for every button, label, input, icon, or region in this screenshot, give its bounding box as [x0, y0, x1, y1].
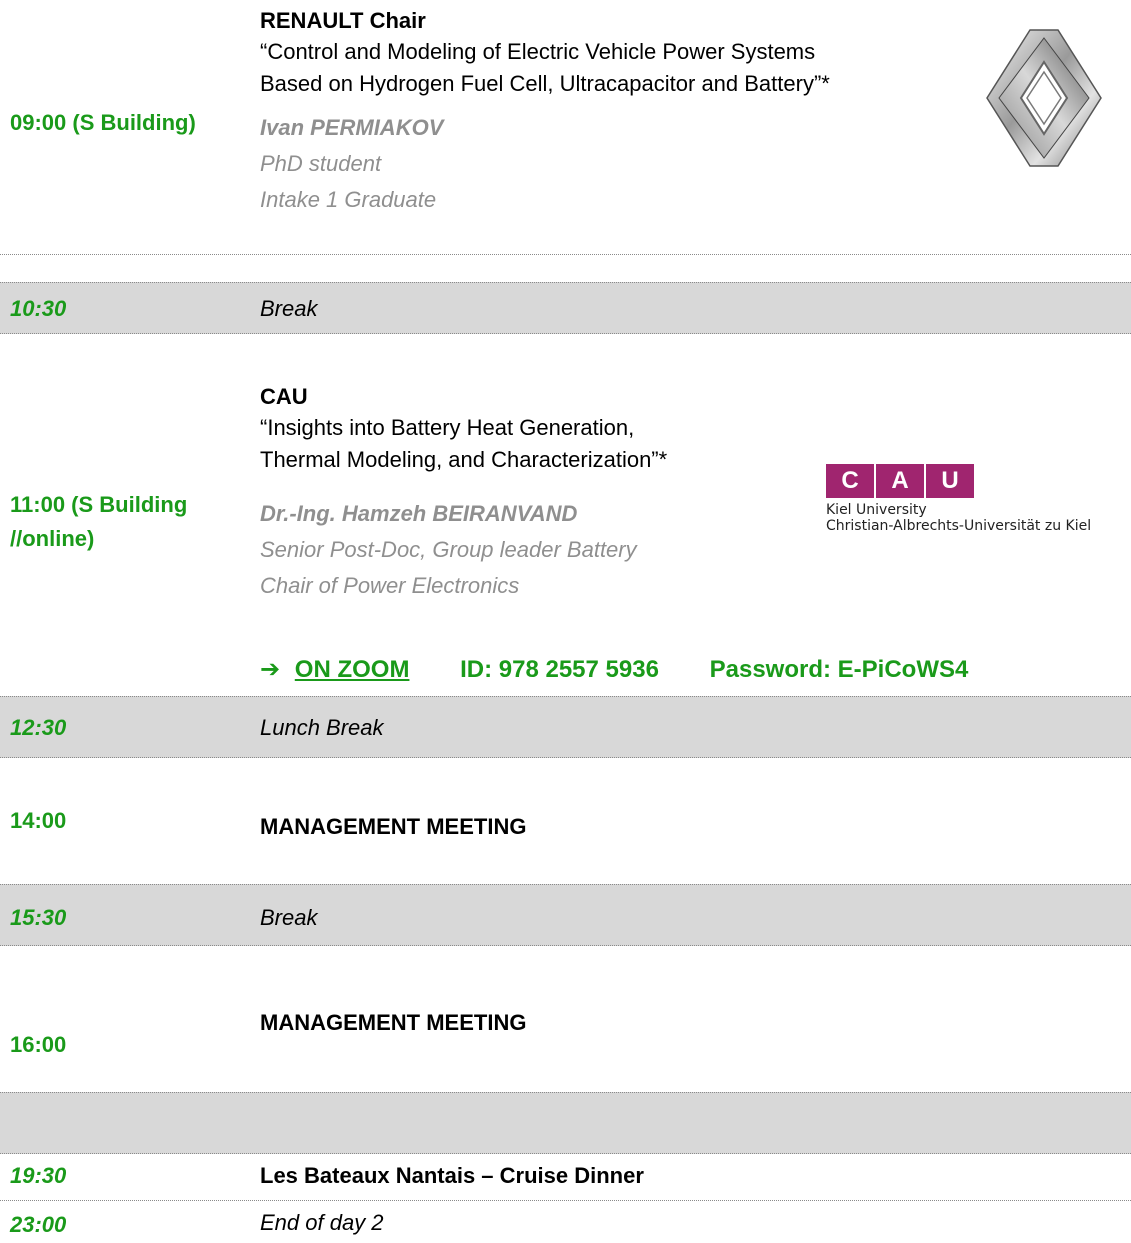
cau-logo-line: Kiel University [826, 502, 927, 518]
break-row: 15:30 Break [0, 884, 1131, 946]
cau-logo-letter: C [826, 464, 874, 498]
break-row: 10:30 Break [0, 282, 1131, 334]
break-label: Break [260, 905, 318, 930]
speaker-name: Dr.-Ing. Hamzeh BEIRANVAND [260, 501, 578, 526]
zoom-meeting-id: ID: 978 2557 5936 [460, 656, 659, 683]
end-label: End of day 2 [260, 1210, 384, 1235]
cau-logo-line: Christian-Albrechts-Universität zu Kiel [826, 518, 1092, 534]
zoom-info: ➔ ON ZOOM ID: 978 2557 5936 Password: E-… [260, 655, 968, 684]
cau-logo-letter: A [874, 464, 924, 498]
cau-logo: C A U Kiel University Christian-Albrecht… [826, 464, 1131, 534]
dinner-time: 19:30 [10, 1163, 67, 1188]
speaker-role: Intake 1 Graduate [260, 187, 437, 212]
meeting-time: 14:00 [10, 808, 67, 833]
end-time: 23:00 [10, 1212, 67, 1237]
meeting-label: MANAGEMENT MEETING [260, 814, 527, 839]
speaker-role: Senior Post-Doc, Group leader Battery [260, 537, 637, 562]
divider [0, 254, 1131, 255]
break-label: Break [260, 296, 318, 321]
talk-title-line: “Control and Modeling of Electric Vehicl… [260, 39, 816, 64]
arrow-right-icon: ➔ [260, 656, 281, 683]
break-time: 15:30 [10, 905, 67, 930]
break-time: 10:30 [10, 296, 67, 321]
speaker-role: Chair of Power Electronics [260, 573, 520, 598]
meeting-time: 16:00 [10, 1032, 67, 1057]
talk-title-line: “Insights into Battery Heat Generation, [260, 415, 635, 440]
lunch-label: Lunch Break [260, 715, 384, 740]
cau-logo-letter: U [924, 464, 974, 498]
zoom-password: Password: E-PiCoWS4 [709, 656, 969, 683]
renault-logo [986, 29, 1102, 167]
talk-title-line: Based on Hydrogen Fuel Cell, Ultracapaci… [260, 71, 830, 96]
session-time-line: 11:00 (S Building [10, 492, 188, 517]
zoom-link[interactable]: ON ZOOM [295, 656, 410, 683]
session-title: RENAULT Chair [260, 8, 426, 33]
divider [0, 1200, 1131, 1201]
session-title: CAU [260, 384, 308, 409]
session-time: 11:00 (S Building //online) [10, 488, 187, 556]
lunch-time: 12:30 [10, 715, 67, 740]
session-time-line: //online) [10, 526, 95, 551]
lunch-row: 12:30 Lunch Break [0, 696, 1131, 758]
speaker-role: PhD student [260, 151, 382, 176]
spacer-row [0, 1092, 1131, 1154]
speaker-name: Ivan PERMIAKOV [260, 115, 444, 140]
dinner-label: Les Bateaux Nantais – Cruise Dinner [260, 1163, 644, 1188]
talk-title-line: Thermal Modeling, and Characterization”* [260, 447, 668, 472]
session-time: 09:00 (S Building) [10, 110, 196, 135]
meeting-label: MANAGEMENT MEETING [260, 1010, 527, 1035]
